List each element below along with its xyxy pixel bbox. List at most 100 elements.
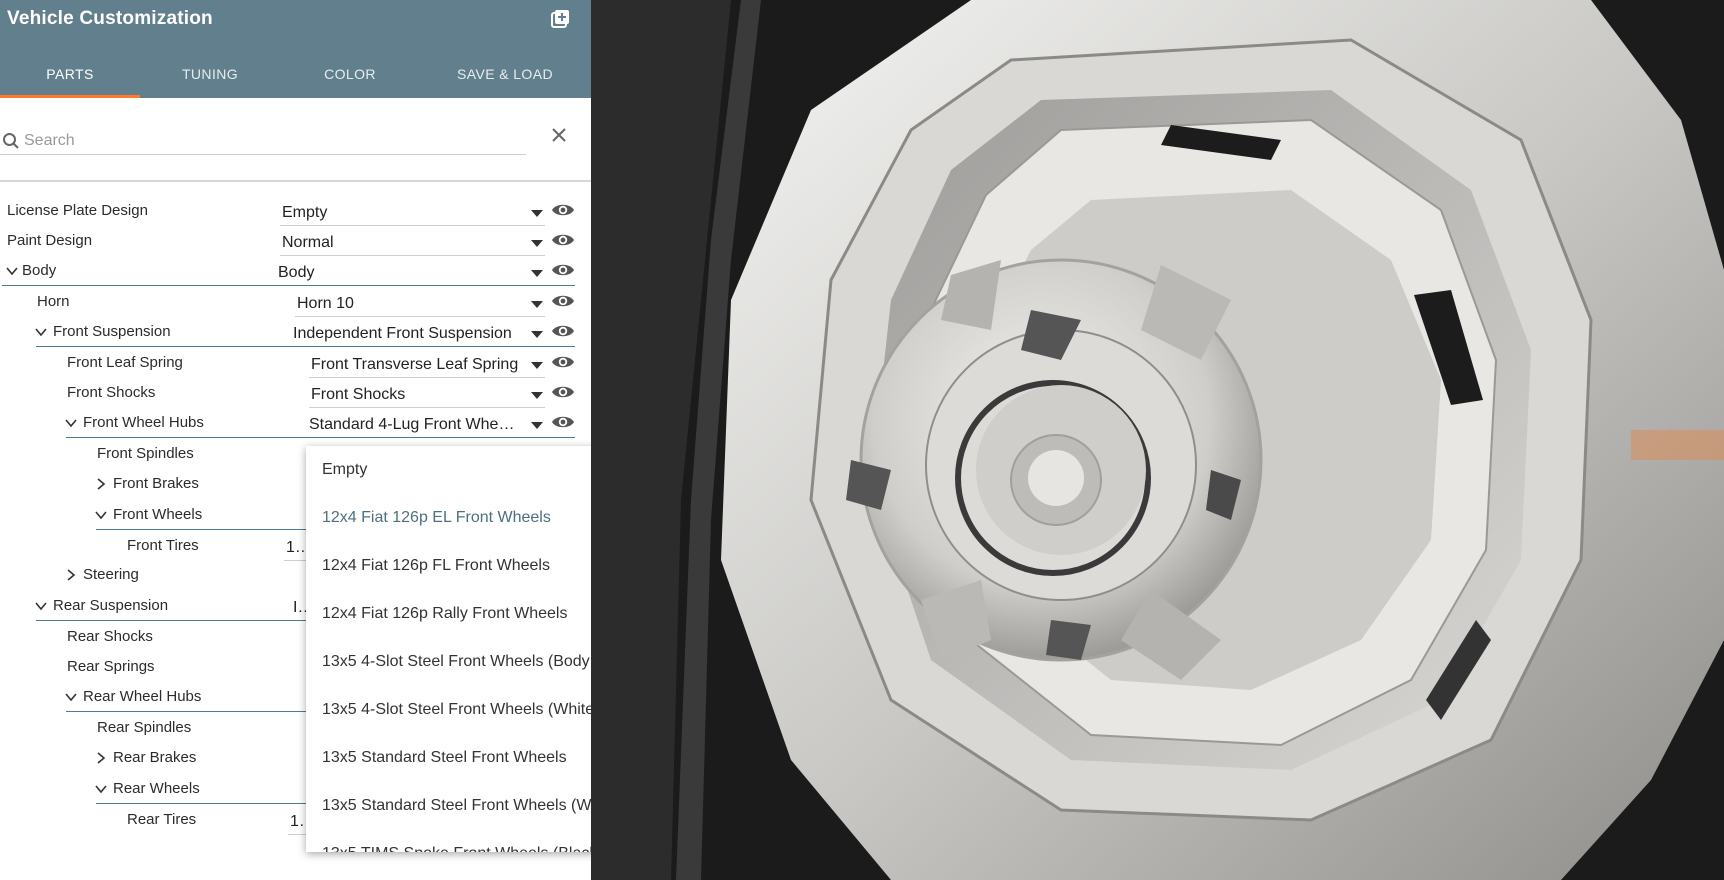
dropdown-arrow-icon[interactable] [531, 301, 543, 308]
dropdown-arrow-icon[interactable] [531, 240, 543, 247]
chevron-down-icon[interactable] [65, 691, 77, 703]
search-row [0, 98, 591, 182]
tab-parts[interactable]: PARTS [0, 39, 140, 98]
part-select[interactable]: Independent Front Suspension [291, 321, 545, 347]
visibility-eye-icon[interactable] [551, 354, 575, 370]
dropdown-arrow-icon[interactable] [531, 362, 543, 369]
dropdown-option[interactable]: 13x5 4-Slot Steel Front Wheels (White) [322, 701, 591, 719]
tree-row-label: Front Wheels [113, 506, 203, 523]
chevron-down-icon[interactable] [35, 326, 47, 338]
part-select[interactable]: In [291, 595, 306, 621]
tree-row-label: Body [22, 262, 57, 279]
tree-row-label: Rear Shocks [67, 628, 153, 645]
tree-row-label: Front Tires [127, 537, 199, 554]
part-select-value: In [293, 599, 306, 616]
tree-row-label: Paint Design [7, 232, 93, 249]
tab-tuning[interactable]: TUNING [140, 39, 280, 98]
dropdown-option[interactable]: 13x5 4-Slot Steel Front Wheels (Body Col… [322, 653, 591, 671]
tree-row-label: Front Brakes [113, 475, 199, 492]
part-select-value: Independent Front Suspension [293, 325, 512, 342]
part-select-value: Horn 10 [297, 295, 354, 312]
tree-row-label: Rear Spindles [97, 719, 192, 736]
part-select[interactable]: Empty [280, 200, 545, 226]
3d-viewport[interactable] [591, 0, 1724, 880]
chevron-down-icon[interactable] [35, 600, 47, 612]
part-select[interactable]: Standard 4-Lug Front Wheel Hubs [307, 412, 545, 438]
visibility-eye-icon[interactable] [551, 232, 575, 248]
dropdown-option[interactable]: 12x4 Fiat 126p EL Front Wheels [322, 509, 551, 527]
tab-save-load[interactable]: SAVE & LOAD [420, 39, 590, 98]
tree-row-label: Front Spindles [97, 445, 194, 462]
part-select-value: Empty [282, 204, 328, 221]
tree-row[interactable]: Front Shocks Front Shocks [0, 380, 591, 408]
customization-panel: Vehicle Customization PARTS TUNING COLOR… [0, 0, 591, 880]
search-input[interactable] [24, 129, 504, 153]
dropdown-arrow-icon[interactable] [531, 210, 543, 217]
part-select[interactable]: Body [276, 260, 545, 286]
dropdown-arrow-icon[interactable] [531, 392, 543, 399]
tab-label: COLOR [324, 66, 376, 82]
tree-row-label: Rear Wheel Hubs [83, 688, 202, 705]
part-select-value: Front Transverse Leaf Spring [311, 356, 519, 373]
tree-row[interactable]: Paint Design Normal [0, 228, 591, 256]
tab-label: TUNING [181, 66, 239, 82]
dropdown-option[interactable]: 12x4 Fiat 126p FL Front Wheels [322, 557, 550, 575]
tree-row[interactable]: Front Wheel Hubs Standard 4-Lug Front Whe… [0, 410, 591, 438]
dropdown-option[interactable]: 13x5 Standard Steel Front Wheels (Weathe… [322, 797, 591, 815]
part-select[interactable]: Front Transverse Leaf Spring [309, 352, 545, 378]
tree-row[interactable]: Body Body [0, 258, 591, 286]
part-select-value: 135 [286, 539, 306, 556]
tree-row[interactable]: Front Suspension Independent Front Suspen… [0, 319, 591, 347]
part-select[interactable]: Horn 10 [295, 291, 545, 317]
visibility-eye-icon[interactable] [551, 293, 575, 309]
visibility-eye-icon[interactable] [551, 414, 575, 430]
part-select-value: Standard 4-Lug Front Wheel Hubs [309, 416, 523, 433]
group-underline [66, 437, 575, 438]
chevron-down-icon[interactable] [65, 417, 77, 429]
dropdown-option[interactable]: 13x5 Standard Steel Front Wheels [322, 749, 567, 767]
chevron-down-icon[interactable] [95, 783, 107, 795]
part-select[interactable]: Front Shocks [309, 382, 545, 408]
dropdown-option[interactable]: 13x5 TIMS Spoke Front Wheels (Black) [322, 845, 591, 852]
group-underline [2, 285, 575, 286]
popout-icon[interactable] [550, 9, 570, 29]
tree-row-label: Horn [37, 293, 70, 310]
part-select[interactable]: Normal [280, 230, 545, 256]
tree-row[interactable]: Horn Horn 10 [0, 289, 591, 317]
visibility-eye-icon[interactable] [551, 262, 575, 278]
title-bar: Vehicle Customization [0, 0, 591, 39]
tree-row-label: Rear Suspension [53, 597, 169, 614]
tab-label: PARTS [46, 66, 94, 82]
tree-row[interactable]: License Plate Design Empty [0, 198, 591, 226]
chevron-right-icon[interactable] [95, 752, 107, 764]
tree-row[interactable]: Front Leaf Spring Front Transverse Leaf S… [0, 350, 591, 378]
visibility-eye-icon[interactable] [551, 202, 575, 218]
tab-color[interactable]: COLOR [280, 39, 420, 98]
tree-row-label: Rear Tires [127, 811, 197, 828]
dropdown-option[interactable]: 12x4 Fiat 126p Rally Front Wheels [322, 605, 567, 623]
tree-row-label: Rear Springs [67, 658, 155, 675]
search-field[interactable] [0, 127, 526, 155]
part-select[interactable]: 13 [288, 809, 306, 835]
dropdown-option[interactable]: Empty [322, 461, 367, 479]
tree-row-label: Front Leaf Spring [67, 354, 183, 371]
visibility-eye-icon[interactable] [551, 323, 575, 339]
chevron-right-icon[interactable] [65, 569, 77, 581]
part-select-value: Body [278, 264, 315, 281]
part-select[interactable]: 135 [284, 535, 306, 561]
chevron-right-icon[interactable] [95, 478, 107, 490]
part-options-dropdown: Empty 12x4 Fiat 126p EL Front Wheels 12x4 … [306, 446, 591, 852]
dropdown-arrow-icon[interactable] [531, 331, 543, 338]
group-underline [36, 346, 575, 347]
dropdown-arrow-icon[interactable] [531, 270, 543, 277]
chevron-down-icon[interactable] [6, 265, 18, 277]
tab-bar: PARTS TUNING COLOR SAVE & LOAD [0, 39, 591, 98]
dropdown-arrow-icon[interactable] [531, 422, 543, 429]
search-icon [3, 133, 19, 149]
visibility-eye-icon[interactable] [551, 384, 575, 400]
tree-row-label: License Plate Design [7, 202, 148, 219]
tree-row-label: Steering [83, 566, 139, 583]
tree-row-label: Front Wheel Hubs [83, 414, 204, 431]
chevron-down-icon[interactable] [95, 509, 107, 521]
close-icon[interactable] [549, 125, 569, 145]
